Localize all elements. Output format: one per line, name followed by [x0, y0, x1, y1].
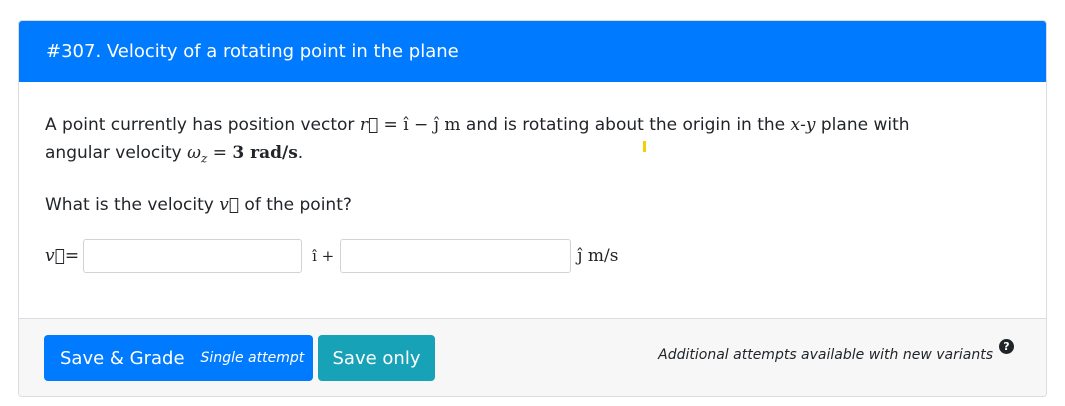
single-attempt-label: Single attempt: [200, 350, 305, 366]
angular-velocity-value: 3 rad/s: [232, 143, 298, 163]
position-vector-symbol: r⃗: [359, 115, 379, 135]
answer-row: v⃗ = ı̂ + ȷ̂ m/s: [45, 238, 618, 274]
save-and-grade-button[interactable]: Save & Grade Single attempt: [44, 335, 313, 381]
save-only-button[interactable]: Save only: [318, 335, 435, 381]
answer-velocity-symbol: v⃗: [45, 246, 65, 266]
text-cursor-marker: [643, 141, 646, 152]
question-circle-icon[interactable]: ?: [999, 339, 1014, 354]
velocity-j-component-input[interactable]: [340, 239, 572, 273]
attempts-info: Additional attempts available with new v…: [658, 347, 993, 363]
question-title: #307. Velocity of a rotating point in th…: [19, 21, 1046, 82]
question-card: #307. Velocity of a rotating point in th…: [18, 20, 1047, 397]
question-prompt: What is the velocity v⃗ of the point?: [45, 195, 352, 215]
question-body: A point currently has position vector r⃗…: [45, 111, 1026, 273]
velocity-i-component-input[interactable]: [83, 239, 303, 273]
i-hat-plus-label: ı̂ +: [312, 247, 335, 265]
j-hat-units-label: ȷ̂ m/s: [577, 246, 619, 266]
problem-statement: A point currently has position vector r⃗…: [45, 115, 910, 166]
velocity-vector-symbol: v⃗: [219, 195, 240, 215]
omega-symbol: ω: [187, 143, 202, 163]
question-footer: Save & Grade Single attempt Save only Ad…: [19, 318, 1046, 396]
